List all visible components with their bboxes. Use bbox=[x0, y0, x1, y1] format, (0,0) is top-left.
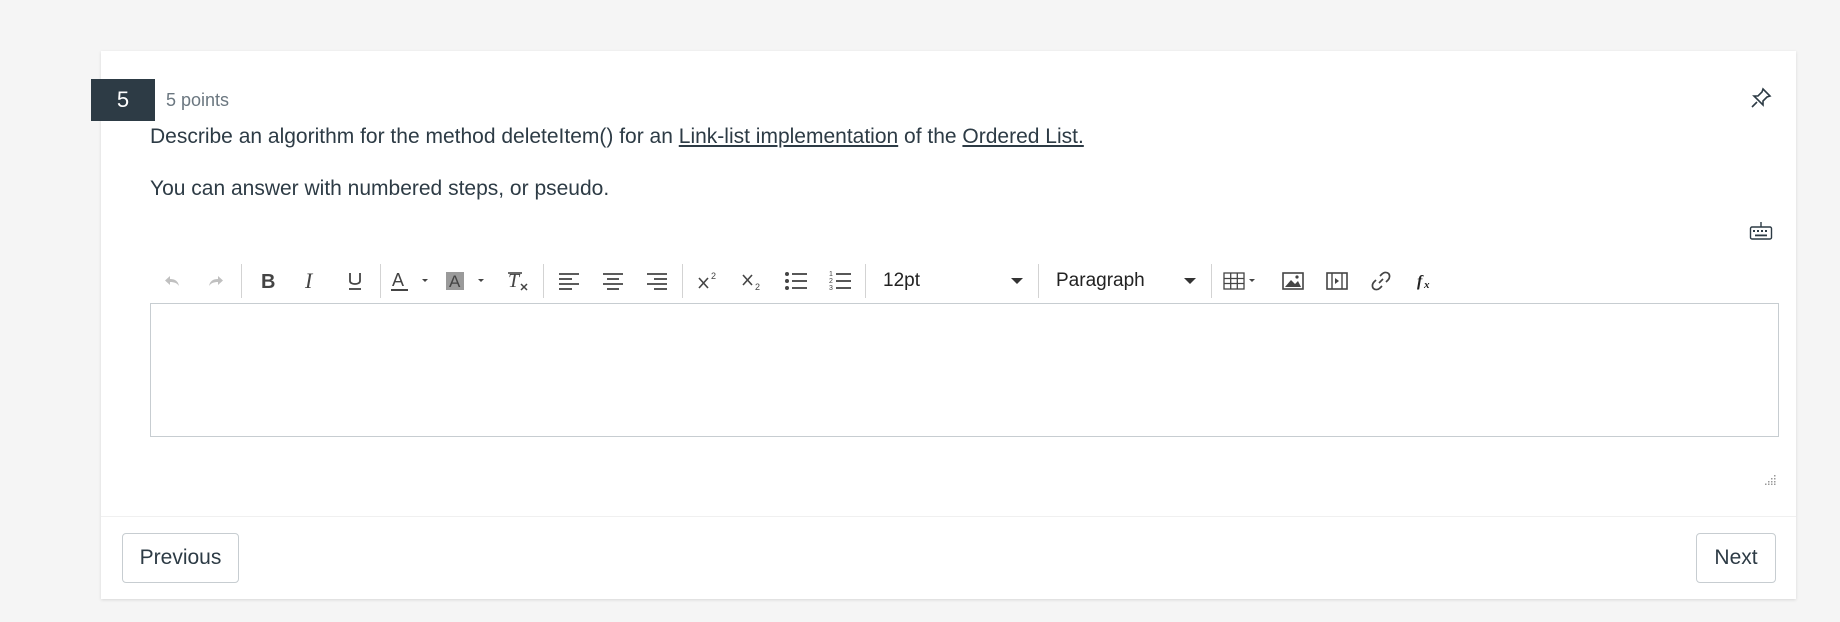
image-icon[interactable] bbox=[1271, 261, 1315, 301]
keyboard-shortcuts-icon[interactable] bbox=[1749, 221, 1773, 241]
svg-text:2: 2 bbox=[829, 278, 833, 285]
bold-icon[interactable]: B bbox=[245, 261, 289, 301]
superscript-icon[interactable]: 2 bbox=[686, 261, 730, 301]
text-color-icon[interactable]: A bbox=[384, 261, 440, 301]
link-list-implementation-link[interactable]: Link-list implementation bbox=[679, 125, 898, 148]
italic-icon[interactable]: I bbox=[289, 261, 333, 301]
svg-text:2: 2 bbox=[755, 282, 760, 292]
ordered-list-link[interactable]: Ordered List. bbox=[962, 125, 1083, 148]
underline-icon[interactable] bbox=[333, 261, 377, 301]
subscript-icon[interactable]: 2 bbox=[730, 261, 774, 301]
svg-text:B: B bbox=[261, 271, 275, 292]
answer-editor[interactable] bbox=[150, 303, 1779, 437]
toolbar-divider bbox=[1038, 264, 1039, 298]
question-instructions: You can answer with numbered steps, or p… bbox=[150, 177, 610, 200]
link-icon[interactable] bbox=[1359, 261, 1403, 301]
question-points: 5 points bbox=[166, 90, 230, 110]
align-left-icon[interactable] bbox=[547, 261, 591, 301]
svg-text:A: A bbox=[449, 272, 461, 291]
font-size-value: 12pt bbox=[883, 270, 920, 291]
question-prompt: Describe an algorithm for the method del… bbox=[150, 125, 1084, 148]
align-center-icon[interactable] bbox=[591, 261, 635, 301]
undo-icon[interactable] bbox=[150, 261, 194, 301]
block-format-select[interactable]: Paragraph bbox=[1042, 261, 1208, 301]
next-button[interactable]: Next bbox=[1696, 533, 1776, 583]
toolbar-divider bbox=[1211, 264, 1212, 298]
table-icon[interactable] bbox=[1215, 261, 1271, 301]
question-text: Describe an algorithm for the method del… bbox=[150, 122, 1700, 204]
numbered-list-icon[interactable]: 123 bbox=[818, 261, 862, 301]
question-number-badge: 5 bbox=[91, 79, 155, 121]
svg-text:1: 1 bbox=[829, 271, 833, 278]
media-icon[interactable] bbox=[1315, 261, 1359, 301]
chevron-down-icon bbox=[1011, 278, 1023, 284]
footer-divider bbox=[101, 516, 1796, 517]
svg-text:A: A bbox=[392, 270, 404, 290]
rich-text-toolbar: B I A A T 2 2 123 12pt Paragraph f x bbox=[150, 261, 1780, 301]
toolbar-divider bbox=[241, 264, 242, 298]
svg-text:x: x bbox=[1423, 279, 1430, 291]
bullet-list-icon[interactable] bbox=[774, 261, 818, 301]
chevron-down-icon bbox=[1184, 278, 1196, 284]
question-number: 5 bbox=[116, 87, 130, 112]
align-right-icon[interactable] bbox=[635, 261, 679, 301]
pin-icon[interactable] bbox=[1749, 86, 1773, 110]
toolbar-divider bbox=[682, 264, 683, 298]
font-size-select[interactable]: 12pt bbox=[869, 261, 1035, 301]
svg-text:2: 2 bbox=[711, 271, 716, 281]
toolbar-divider bbox=[380, 264, 381, 298]
block-format-value: Paragraph bbox=[1056, 270, 1145, 291]
clear-formatting-icon[interactable]: T bbox=[496, 261, 540, 301]
redo-icon[interactable] bbox=[194, 261, 238, 301]
svg-text:3: 3 bbox=[829, 285, 833, 292]
background-color-icon[interactable]: A bbox=[440, 261, 496, 301]
equation-icon[interactable]: fx bbox=[1403, 261, 1447, 301]
toolbar-divider bbox=[865, 264, 866, 298]
previous-button[interactable]: Previous bbox=[122, 533, 239, 583]
svg-text:f: f bbox=[1417, 273, 1424, 290]
svg-text:I: I bbox=[304, 270, 314, 292]
resize-handle-icon[interactable] bbox=[1764, 472, 1776, 485]
toolbar-divider bbox=[543, 264, 544, 298]
